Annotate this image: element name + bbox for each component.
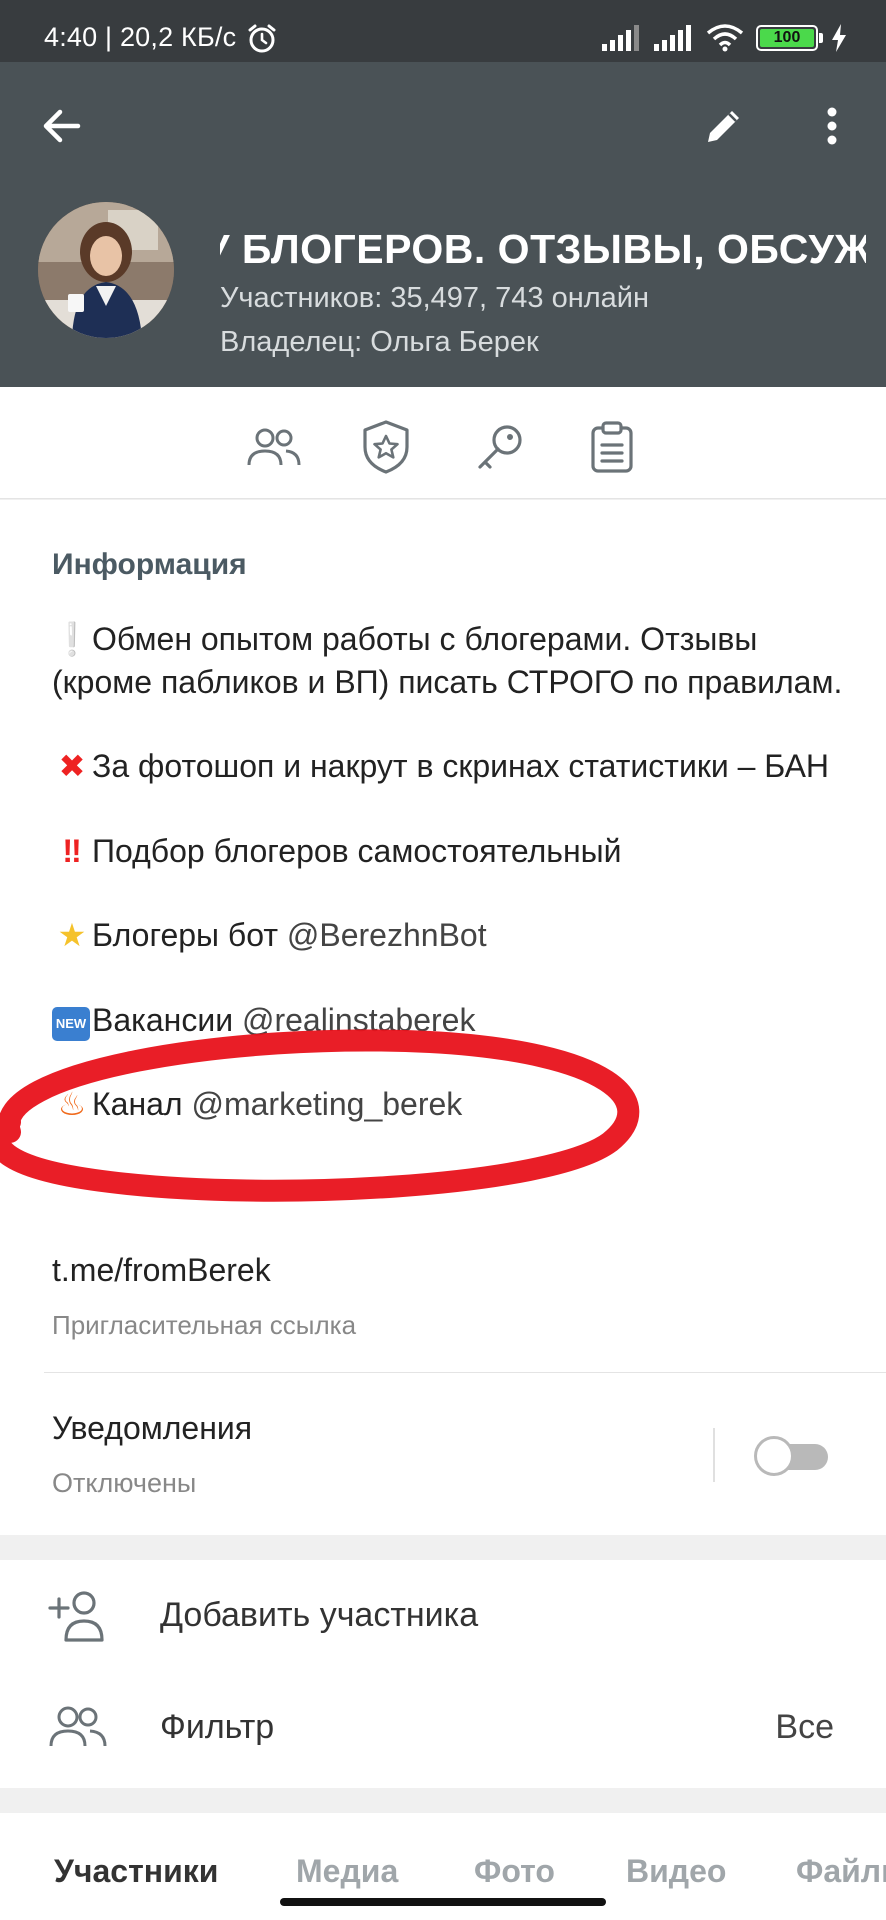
- add-member-button[interactable]: Добавить участника: [0, 1560, 886, 1672]
- more-vertical-icon: [827, 107, 837, 145]
- tab-photo[interactable]: Фото: [474, 1853, 555, 1890]
- vacancies-mention-link[interactable]: @realinstaberek: [242, 1002, 475, 1038]
- notifications-label[interactable]: Уведомления: [52, 1410, 252, 1447]
- permissions-button[interactable]: [470, 417, 530, 477]
- info-section: Информация ❕Обмен опытом работы с блогер…: [0, 500, 886, 1535]
- desc-paragraph-2: ✖ За фотошоп и накрут в скринах статистик…: [52, 745, 852, 788]
- invite-link-label: Пригласительная ссылка: [52, 1310, 357, 1340]
- tab-video[interactable]: Видео: [626, 1853, 726, 1890]
- key-icon: [478, 425, 522, 469]
- desc-paragraph-5: NEW Вакансии @realinstaberek: [52, 999, 852, 1042]
- channel-mention-link[interactable]: @marketing_berek: [191, 1086, 462, 1122]
- home-indicator[interactable]: [280, 1898, 606, 1906]
- desc-paragraph-6: ♨ Канал @marketing_berek: [52, 1083, 852, 1126]
- tab-files[interactable]: Файлы: [796, 1853, 886, 1890]
- filter-button[interactable]: Фильтр Все: [0, 1672, 886, 1784]
- recent-actions-button[interactable]: [582, 417, 642, 477]
- arrow-left-icon: [43, 109, 81, 143]
- desc-paragraph-3: ‼ Подбор блогеров самостоятельный: [52, 830, 852, 873]
- wifi-icon: [706, 24, 744, 52]
- info-title: Информация: [52, 548, 247, 581]
- desc-paragraph-1: ❕Обмен опытом работы с блогерами. Отзывы…: [52, 618, 852, 703]
- new-badge-icon: NEW: [52, 1006, 90, 1041]
- signal-icon-2: [654, 25, 691, 51]
- notifications-status: Отключены: [52, 1468, 197, 1498]
- admins-button[interactable]: [356, 417, 416, 477]
- group-avatar[interactable]: [38, 202, 174, 338]
- members-actions: Добавить участника Фильтр Все: [0, 1560, 886, 1788]
- add-user-icon: [48, 1591, 104, 1642]
- members-button[interactable]: [244, 417, 304, 477]
- tab-media[interactable]: Медиа: [296, 1853, 398, 1890]
- group-description: ❕Обмен опытом работы с блогерами. Отзывы…: [52, 618, 852, 1126]
- fire-icon: ♨: [57, 1086, 87, 1122]
- pencil-icon: [708, 111, 739, 142]
- bot-mention-link[interactable]: @BerezhnBot: [287, 917, 487, 953]
- admins-shield-icon: [363, 420, 409, 474]
- desc-paragraph-4: ★ Блогеры бот @BerezhnBot: [52, 914, 852, 957]
- members-count: Участников: 35,497, 743 онлайн: [220, 282, 649, 314]
- group-owner: Владелец: Ольга Берек: [220, 326, 539, 358]
- cross-mark-icon: ✖: [58, 748, 86, 784]
- signal-icon: [602, 25, 639, 51]
- invite-link[interactable]: t.me/fromBerek: [52, 1252, 271, 1289]
- battery-level: 100: [773, 29, 801, 46]
- group-title: У БЛОГЕРОВ. ОТЗЫВЫ, ОБСУЖДЕНИЯ: [220, 226, 866, 272]
- members-filter-icon: [49, 1706, 107, 1747]
- divider: [44, 1372, 886, 1373]
- exclamation-icon: ❕: [52, 621, 92, 657]
- vertical-divider: [713, 1428, 715, 1482]
- alarm-icon: [248, 24, 276, 53]
- chat-header: У БЛОГЕРОВ. ОТЗЫВЫ, ОБСУЖДЕНИЯ Участнико…: [0, 62, 886, 387]
- edit-button[interactable]: [694, 96, 754, 156]
- tab-members[interactable]: Участники: [54, 1853, 218, 1890]
- group-actions-row: [0, 387, 886, 499]
- members-icon: [247, 428, 301, 466]
- charging-icon: [832, 24, 846, 52]
- double-exclamation-icon: ‼: [62, 832, 82, 869]
- more-options-button[interactable]: [802, 96, 862, 156]
- add-member-label: Добавить участника: [160, 1596, 479, 1634]
- status-bar: 4:40 | 20,2 КБ/с 100: [0, 0, 886, 62]
- back-button[interactable]: [32, 96, 92, 156]
- filter-value: Все: [775, 1708, 834, 1746]
- avatar-photo: [38, 202, 174, 338]
- status-time: 4:40 | 20,2 КБ/с: [44, 22, 237, 52]
- notifications-toggle[interactable]: [754, 1436, 834, 1476]
- star-icon: ★: [57, 917, 87, 953]
- battery-icon: 100: [756, 25, 823, 51]
- filter-label: Фильтр: [160, 1708, 275, 1746]
- clipboard-icon: [591, 421, 633, 473]
